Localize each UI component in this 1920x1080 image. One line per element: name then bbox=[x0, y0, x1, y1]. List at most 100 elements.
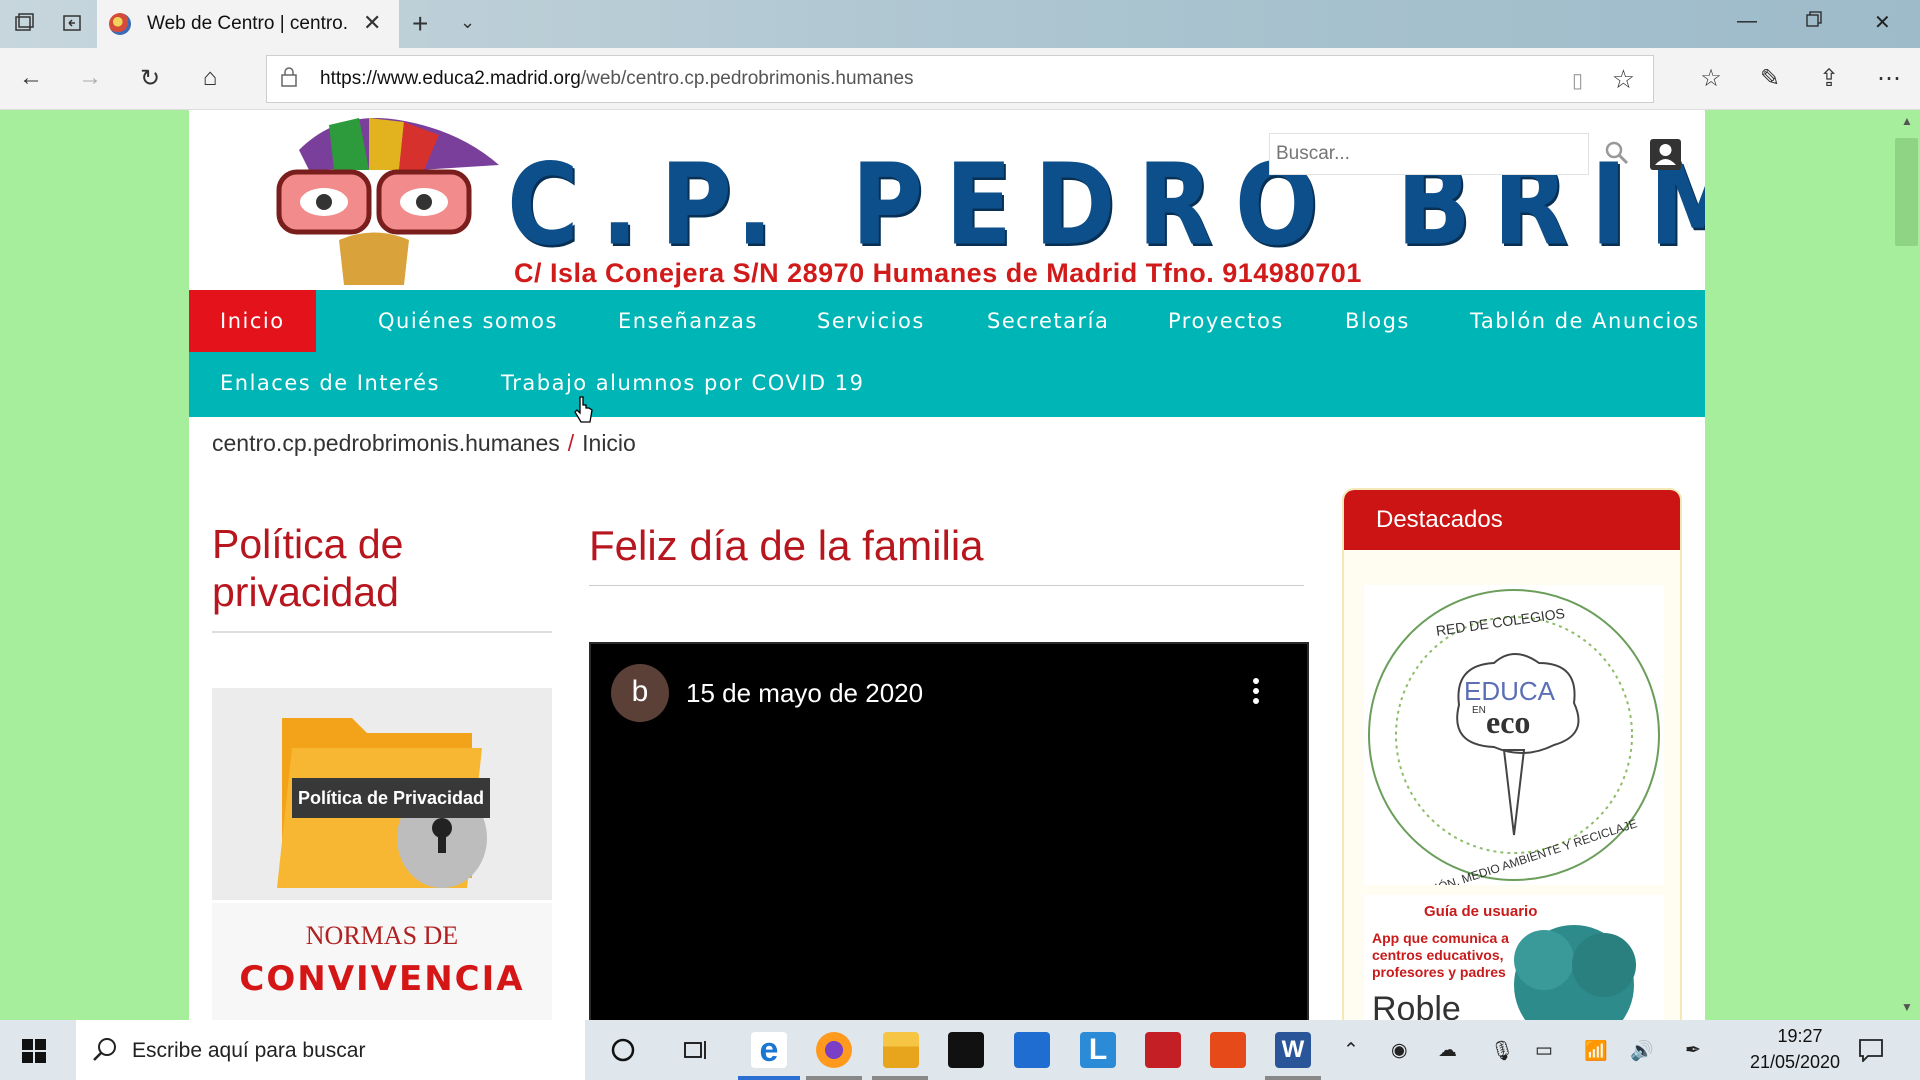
home-icon[interactable]: ⌂ bbox=[195, 64, 225, 92]
video-title[interactable]: 15 de mayo de 2020 bbox=[686, 678, 923, 709]
battery-icon[interactable]: ▭ bbox=[1535, 1039, 1553, 1062]
menu-item-blogs[interactable]: Blogs bbox=[1314, 290, 1441, 352]
svg-text:RED DE COLEGIOS: RED DE COLEGIOS bbox=[1435, 605, 1566, 639]
notifications-icon[interactable] bbox=[1858, 1038, 1884, 1062]
menu-item-ensenanzas[interactable]: Enseñanzas bbox=[587, 290, 789, 352]
clock-time[interactable]: 19:27 bbox=[1760, 1026, 1840, 1047]
menu-item-servicios[interactable]: Servicios bbox=[786, 290, 956, 352]
site-favicon-icon bbox=[109, 13, 131, 35]
user-account-icon[interactable] bbox=[1650, 139, 1681, 170]
record-icon[interactable]: ◉ bbox=[1391, 1039, 1408, 1062]
back-icon[interactable]: ← bbox=[16, 64, 46, 92]
pen-workspace-icon[interactable]: ✒ bbox=[1685, 1039, 1701, 1062]
privacy-policy-title[interactable]: Política de privacidad bbox=[212, 520, 552, 616]
open-app-indicator bbox=[1265, 1076, 1321, 1080]
menu-item-proyectos[interactable]: Proyectos bbox=[1137, 290, 1315, 352]
task-view-icon[interactable] bbox=[683, 1038, 709, 1062]
site-header: C.P. PEDRO BRIMONIS C/ Isla Conejera S/N… bbox=[189, 110, 1705, 290]
onedrive-cloud-icon[interactable]: ☁ bbox=[1438, 1039, 1457, 1062]
clock-date[interactable]: 21/05/2020 bbox=[1735, 1052, 1855, 1073]
educa-en-eco-logo[interactable]: EDUCA EN eco RED DE COLEGIOS EDUCACIÓN, … bbox=[1364, 585, 1664, 911]
mail-icon[interactable] bbox=[1014, 1032, 1050, 1068]
page-scrollbar[interactable]: ▲ ▼ bbox=[1893, 110, 1920, 1020]
microphone-icon[interactable]: 🎙 bbox=[1490, 1039, 1514, 1063]
roble-app-card[interactable]: Guía de usuario App que comunica a centr… bbox=[1364, 895, 1664, 1020]
office-icon[interactable] bbox=[1210, 1032, 1246, 1068]
l-app-icon[interactable]: L bbox=[1080, 1032, 1116, 1068]
mouse-cursor-icon bbox=[574, 396, 593, 423]
video-player[interactable]: b 15 de mayo de 2020 bbox=[589, 642, 1309, 1020]
firefox-icon[interactable] bbox=[816, 1032, 852, 1068]
taskbar-search-text: Escribe aquí para buscar bbox=[132, 1039, 366, 1062]
taskbar-search[interactable]: Escribe aquí para buscar bbox=[76, 1020, 585, 1080]
search-icon bbox=[93, 1038, 116, 1061]
url-text: https://www.educa2.madrid.org/web/centro… bbox=[320, 68, 914, 89]
svg-text:EDUCA: EDUCA bbox=[1464, 676, 1556, 706]
wifi-icon[interactable]: 📶 bbox=[1584, 1039, 1608, 1063]
search-icon[interactable] bbox=[1604, 140, 1630, 166]
address-bar[interactable]: https://www.educa2.madrid.org/web/centro… bbox=[266, 55, 1654, 103]
favorite-star-icon[interactable]: ☆ bbox=[1612, 64, 1635, 95]
reading-view-icon[interactable]: ▯ bbox=[1572, 68, 1583, 93]
volume-icon[interactable]: 🔊 bbox=[1630, 1039, 1654, 1063]
scroll-down-icon[interactable]: ▼ bbox=[1901, 1000, 1913, 1014]
close-window-icon[interactable]: ✕ bbox=[1874, 10, 1891, 35]
article-title[interactable]: Feliz día de la familia bbox=[589, 522, 984, 570]
divider bbox=[589, 585, 1304, 586]
notes-pen-icon[interactable]: ✎ bbox=[1755, 64, 1785, 93]
divider bbox=[212, 631, 552, 633]
show-hidden-icons-chevron-icon[interactable]: ⌃ bbox=[1343, 1039, 1359, 1062]
video-more-options-icon[interactable] bbox=[1251, 676, 1261, 706]
word-icon[interactable]: W bbox=[1275, 1032, 1311, 1068]
scroll-up-icon[interactable]: ▲ bbox=[1901, 114, 1913, 128]
channel-avatar[interactable]: b bbox=[611, 664, 669, 722]
menu-item-inicio[interactable]: Inicio bbox=[189, 290, 316, 352]
more-menu-icon[interactable]: ⋯ bbox=[1874, 64, 1904, 93]
edge-browser-icon[interactable]: e bbox=[751, 1032, 787, 1068]
favorites-list-icon[interactable]: ☆ bbox=[1696, 64, 1726, 93]
file-explorer-icon[interactable] bbox=[883, 1032, 919, 1068]
svg-text:eco: eco bbox=[1486, 704, 1530, 740]
browser-nav-bar: ← → ↻ ⌂ https://www.educa2.madrid.org/we… bbox=[0, 48, 1920, 110]
search-input[interactable] bbox=[1270, 134, 1588, 174]
refresh-icon[interactable]: ↻ bbox=[135, 64, 165, 93]
tab-list-chevron-icon[interactable]: ⌄ bbox=[460, 12, 475, 33]
destacados-panel: Destacados EDUCA EN eco RED DE COLEGIOS … bbox=[1342, 488, 1682, 1020]
browser-tab-bar: Web de Centro | centro. ✕ + ⌄ — ✕ bbox=[0, 0, 1920, 48]
windows-start-icon[interactable] bbox=[22, 1039, 46, 1063]
set-aside-tabs-icon[interactable] bbox=[60, 12, 84, 36]
menu-item-secretaria[interactable]: Secretaría bbox=[956, 290, 1140, 352]
normas-word: CONVIVENCIA bbox=[239, 959, 525, 999]
share-icon[interactable]: ⇪ bbox=[1814, 64, 1844, 93]
main-menu: Inicio Quiénes somos Enseñanzas Servicio… bbox=[189, 290, 1705, 417]
open-app-indicator bbox=[872, 1076, 928, 1080]
breadcrumb-root-link[interactable]: centro.cp.pedrobrimonis.humanes bbox=[212, 430, 560, 456]
new-tab-icon[interactable]: + bbox=[412, 8, 428, 40]
tab-actions-icon[interactable] bbox=[12, 12, 36, 36]
restore-icon[interactable] bbox=[1805, 10, 1823, 34]
cortana-icon[interactable] bbox=[611, 1038, 635, 1062]
tab-close-icon[interactable]: ✕ bbox=[363, 10, 381, 36]
windows-taskbar: Escribe aquí para buscar e L W ⌃ ◉ ☁ 🎙 ▭… bbox=[0, 1020, 1920, 1080]
privacy-policy-banner[interactable]: Política de Privacidad bbox=[212, 688, 552, 900]
search-box[interactable] bbox=[1269, 133, 1589, 175]
store-icon[interactable] bbox=[948, 1032, 984, 1068]
normas-title: NORMAS DE bbox=[305, 921, 459, 950]
privacy-label: Política de Privacidad bbox=[292, 778, 490, 818]
menu-item-quienes-somos[interactable]: Quiénes somos bbox=[347, 290, 589, 352]
breadcrumb-separator: / bbox=[567, 430, 575, 456]
minimize-icon[interactable]: — bbox=[1737, 10, 1757, 33]
lock-icon bbox=[281, 67, 297, 87]
menu-item-enlaces-interes[interactable]: Enlaces de Interés bbox=[189, 352, 471, 414]
menu-item-tablon-anuncios[interactable]: Tablón de Anuncios bbox=[1439, 290, 1705, 352]
forward-icon[interactable]: → bbox=[75, 64, 105, 92]
tab-active[interactable]: Web de Centro | centro. ✕ bbox=[97, 0, 399, 48]
scroll-thumb[interactable] bbox=[1895, 138, 1918, 246]
tree-icon bbox=[1514, 925, 1636, 1020]
mcafee-icon[interactable] bbox=[1145, 1032, 1181, 1068]
svg-text:EN: EN bbox=[1472, 705, 1486, 716]
mascot-logo-icon[interactable] bbox=[269, 110, 499, 290]
normas-convivencia-banner[interactable]: NORMAS DE CONVIVENCIA bbox=[212, 903, 552, 1020]
menu-item-trabajo-covid[interactable]: Trabajo alumnos por COVID 19 bbox=[470, 352, 895, 414]
tab-title: Web de Centro | centro. bbox=[147, 13, 347, 34]
